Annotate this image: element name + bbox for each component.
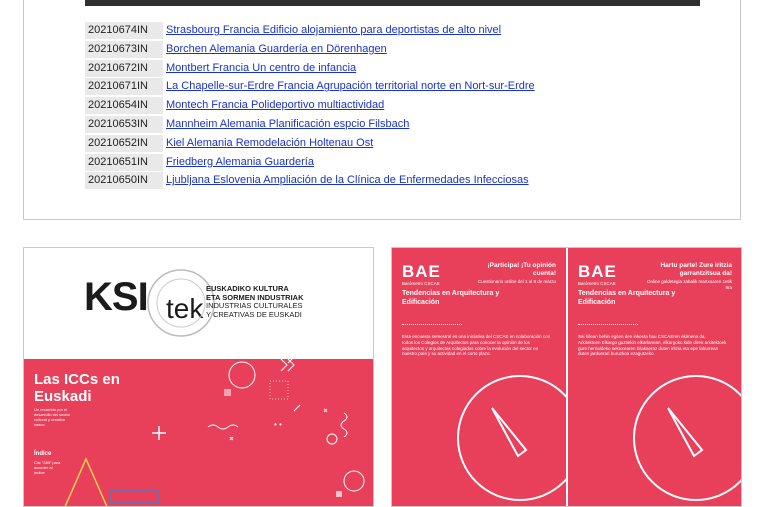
project-code: 20210652IN — [85, 134, 163, 152]
project-code: 20210650IN — [85, 172, 163, 190]
ksitek-cover: Las ICCs en Euskadi Un recorrido por el … — [24, 359, 373, 506]
project-code: 20210671IN — [85, 78, 163, 96]
list-item: 20210650IN Ljubljana Eslovenia Ampliació… — [85, 171, 685, 190]
bae-pane-es: BAE Barómetro CSCAE ¡Participa! ¡Tu opin… — [392, 248, 566, 506]
bae-logo: BAE — [402, 262, 441, 281]
bae-divider — [578, 324, 638, 325]
ksitek-card[interactable]: KSI tek EUSKADIKO KULTURA ETA SORMEN IND… — [23, 247, 374, 507]
bae-logo-sub: Barómetro CSCAE — [578, 281, 616, 286]
project-list-card: 20210674IN Strasbourg Francia Edificio a… — [23, 0, 741, 220]
bae-logo: BAE — [578, 262, 617, 281]
project-link[interactable]: Strasbourg Francia Edificio alojamiento … — [166, 22, 501, 39]
project-code: 20210651IN — [85, 153, 163, 171]
project-list: 20210674IN Strasbourg Francia Edificio a… — [85, 21, 685, 190]
list-item: 20210653IN Mannheim Alemania Planificaci… — [85, 115, 685, 134]
list-item: 20210673IN Borchen Alemania Guardería en… — [85, 40, 685, 59]
project-link[interactable]: Montbert Francia Un centro de infancia — [166, 60, 356, 77]
project-code: 20210654IN — [85, 97, 163, 115]
bae-body: Esta encuesta semestral es una iniciativ… — [402, 334, 551, 357]
bae-title: Tendencias en Arquitectura y Edificación — [578, 290, 676, 306]
ksitek-tagline: EUSKADIKO KULTURA ETA SORMEN INDUSTRIAK … — [206, 284, 326, 319]
project-link[interactable]: Borchen Alemania Guardería en Dörenhagen — [166, 41, 387, 58]
list-item: 20210674IN Strasbourg Francia Edificio a… — [85, 21, 685, 40]
project-link[interactable]: La Chapelle-sur-Erdre Francia Agrupación… — [166, 78, 535, 95]
ksitek-line-4: Y CREATIVAS DE EUSKADI — [206, 309, 302, 319]
bae-dates: Cuestionario online del 1 al 9 de marzo — [477, 279, 556, 284]
list-item: 20210652IN Kiel Alemania Remodelación Ho… — [85, 134, 685, 153]
bae-dates: Online galdetegia zabalik martxoaren 1et… — [646, 279, 732, 290]
project-code: 20210673IN — [85, 40, 163, 58]
bae-heading: ¡Participa! ¡Tu opinión cuenta! — [487, 262, 557, 277]
bae-title: Tendencias en Arquitectura y Edificación — [402, 290, 500, 306]
bae-divider — [402, 324, 462, 325]
ksitek-logo: KSI tek — [84, 275, 203, 324]
project-link[interactable]: Kiel Alemania Remodelación Holtenau Ost — [166, 135, 373, 152]
list-item: 20210671IN La Chapelle-sur-Erdre Francia… — [85, 77, 685, 96]
project-code: 20210672IN — [85, 59, 163, 77]
ksitek-logo-word: KSI — [84, 275, 149, 319]
list-item: 20210651IN Friedberg Alemania Guardería — [85, 153, 685, 172]
bae-logo-sub: Barómetro CSCAE — [402, 281, 440, 286]
svg-text:• •: • • — [274, 420, 282, 429]
bae-pane-eu: BAE Barómetro CSCAE Hartu parte! Zure ir… — [568, 248, 741, 506]
ksitek-pattern-graphic: • • — [64, 359, 365, 506]
project-link[interactable]: Friedberg Alemania Guardería — [166, 154, 314, 171]
list-item: 20210654IN Montech Francia Polideportivo… — [85, 96, 685, 115]
bae-heading: Hartu parte! Zure iritzia garrantzitsua … — [660, 262, 732, 277]
project-link[interactable]: Mannheim Alemania Planificación espcio F… — [166, 116, 409, 133]
gauge-icon — [457, 375, 566, 501]
project-link[interactable]: Ljubljana Eslovenia Ampliación de la Clí… — [166, 172, 529, 189]
ksitek-logo-area: KSI tek EUSKADIKO KULTURA ETA SORMEN IND… — [24, 248, 373, 359]
project-code: 20210653IN — [85, 115, 163, 133]
gauge-icon — [633, 375, 741, 501]
bae-body: Sei hilean behin egiten den inkesta hau … — [578, 334, 727, 357]
list-item: 20210672IN Montbert Francia Un centro de… — [85, 59, 685, 78]
bae-card[interactable]: BAE Barómetro CSCAE ¡Participa! ¡Tu opin… — [391, 247, 742, 507]
project-link[interactable]: Montech Francia Polideportivo multiactiv… — [166, 97, 384, 114]
project-code: 20210674IN — [85, 22, 163, 39]
header-bar — [85, 0, 700, 6]
